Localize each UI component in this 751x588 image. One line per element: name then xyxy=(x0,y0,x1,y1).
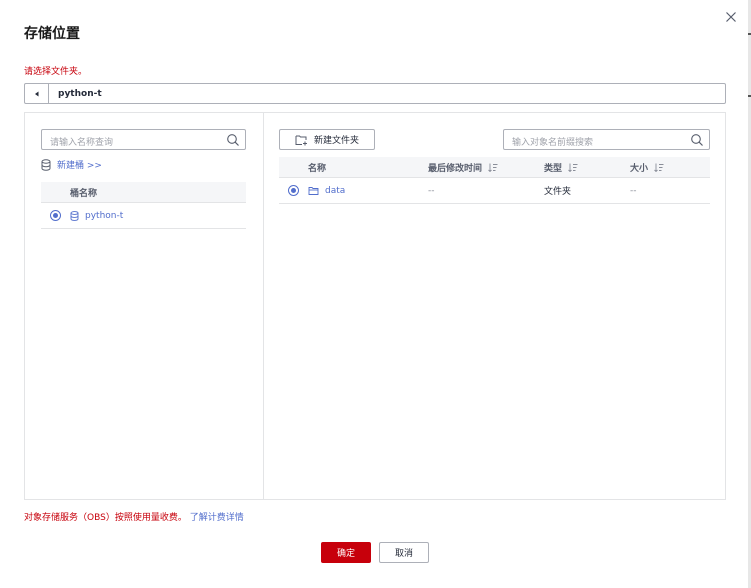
new-bucket-link[interactable]: 新建桶 >> xyxy=(41,158,102,171)
bucket-name[interactable]: python-t xyxy=(85,211,123,221)
select-folder-hint: 请选择文件夹。 xyxy=(24,67,88,77)
browser-panels: 新建桶 >> 桶名称 python-t xyxy=(24,112,726,500)
billing-details-link[interactable]: 了解计费详情 xyxy=(190,513,244,523)
radio-dot xyxy=(53,213,58,218)
object-search-input[interactable] xyxy=(504,133,709,153)
close-icon xyxy=(726,12,736,22)
row-name-cell: data xyxy=(308,186,428,196)
cancel-button[interactable]: 取消 xyxy=(379,542,429,563)
sort-icon[interactable] xyxy=(488,163,498,172)
dialog-title: 存储位置 xyxy=(24,26,80,42)
object-search xyxy=(503,129,710,153)
close-button[interactable] xyxy=(722,8,740,26)
search-icon[interactable] xyxy=(690,133,704,147)
panel-divider xyxy=(263,113,264,499)
back-button[interactable] xyxy=(25,84,49,103)
bucket-column-header: 桶名称 xyxy=(41,182,246,203)
table-row[interactable]: data -- 文件夹 -- xyxy=(279,178,710,204)
folder-name-link[interactable]: data xyxy=(325,186,345,196)
folder-add-icon xyxy=(295,135,307,145)
row-select-cell xyxy=(279,185,308,196)
row-modified-cell: -- xyxy=(428,185,435,196)
column-name-label: 名称 xyxy=(308,163,327,174)
bucket-table: 桶名称 python-t xyxy=(41,182,246,229)
column-size-label: 大小 xyxy=(630,163,649,174)
column-type-label: 类型 xyxy=(544,163,563,174)
sort-icon[interactable] xyxy=(654,163,664,172)
search-icon[interactable] xyxy=(226,133,240,147)
new-bucket-label: 新建桶 >> xyxy=(57,161,102,171)
new-folder-label: 新建文件夹 xyxy=(313,136,359,146)
column-size: 大小 xyxy=(630,161,710,174)
column-name: 名称 xyxy=(308,161,428,174)
bucket-radio[interactable] xyxy=(50,210,61,221)
bucket-search xyxy=(41,129,246,153)
radio-dot xyxy=(291,188,296,193)
current-path: python-t xyxy=(58,88,102,99)
billing-notice: 对象存储服务（OBS）按照使用量收费。 了解计费详情 xyxy=(24,510,244,523)
path-bar: python-t xyxy=(24,83,726,104)
folder-icon xyxy=(308,186,319,195)
object-table: 名称 最后修改时间 类型 大小 data -- 文件夹 -- xyxy=(279,157,710,204)
row-radio[interactable] xyxy=(288,185,299,196)
confirm-button[interactable]: 确定 xyxy=(321,542,371,563)
row-size-cell: -- xyxy=(630,185,637,196)
bucket-icon xyxy=(70,210,79,221)
bucket-row[interactable]: python-t xyxy=(41,203,246,229)
bucket-add-icon xyxy=(41,158,51,171)
column-modified-label: 最后修改时间 xyxy=(428,163,483,174)
object-table-header: 名称 最后修改时间 类型 大小 xyxy=(279,157,710,178)
row-type-cell: 文件夹 xyxy=(544,187,572,197)
new-folder-button[interactable]: 新建文件夹 xyxy=(279,129,375,150)
bucket-search-input[interactable] xyxy=(42,133,245,153)
column-type: 类型 xyxy=(544,161,630,174)
column-modified: 最后修改时间 xyxy=(428,161,544,174)
sort-icon[interactable] xyxy=(568,163,578,172)
caret-left-icon xyxy=(34,91,38,96)
storage-location-dialog: 存储位置 请选择文件夹。 python-t 新建桶 >> xyxy=(0,0,751,588)
billing-text: 对象存储服务（OBS）按照使用量收费。 xyxy=(24,513,187,523)
